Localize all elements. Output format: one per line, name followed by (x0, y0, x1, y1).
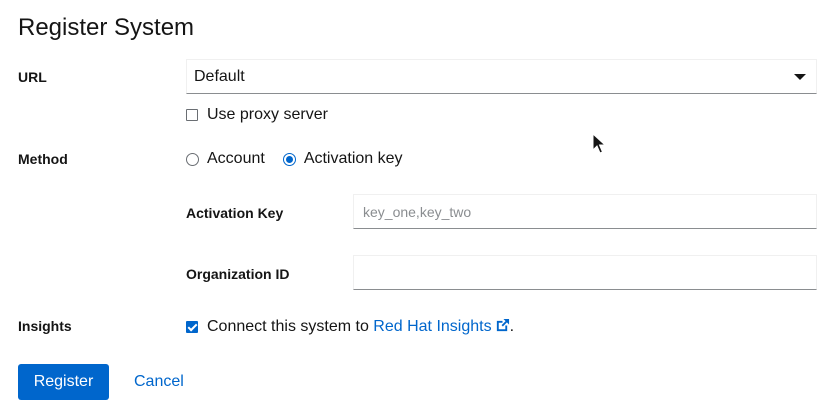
organization-id-label: Organization ID (186, 266, 290, 282)
insights-checkbox-row[interactable]: Connect this system to Red Hat Insights … (186, 318, 514, 336)
url-label: URL (18, 69, 47, 85)
insights-checkbox[interactable] (186, 321, 198, 333)
method-option-account[interactable]: Account (186, 150, 265, 168)
method-option-activation-key[interactable]: Activation key (282, 150, 403, 168)
insights-label: Insights (18, 318, 72, 334)
url-select-value: Default (194, 67, 245, 85)
proxy-label: Use proxy server (207, 106, 328, 123)
insights-link-text: Red Hat Insights (373, 318, 492, 335)
organization-id-input[interactable] (353, 255, 817, 290)
cancel-button[interactable]: Cancel (120, 364, 198, 400)
method-label: Method (18, 151, 68, 167)
activation-key-radio-label: Activation key (303, 150, 403, 167)
url-select[interactable]: Default (186, 59, 817, 94)
register-button[interactable]: Register (18, 364, 109, 400)
proxy-checkbox-row[interactable]: Use proxy server (186, 106, 328, 124)
caret-down-icon (794, 73, 806, 80)
insights-text-before: Connect this system to (207, 318, 374, 335)
account-radio[interactable] (186, 152, 199, 166)
external-link-icon (496, 318, 509, 332)
insights-link[interactable]: Red Hat Insights (373, 318, 509, 336)
proxy-checkbox[interactable] (186, 109, 198, 121)
method-radio-group: Account Activation key (186, 150, 403, 168)
activation-key-input[interactable] (353, 194, 817, 229)
activation-key-radio[interactable] (282, 152, 296, 166)
insights-text-after: . (509, 318, 515, 335)
account-radio-label: Account (207, 150, 265, 167)
mouse-pointer-icon (592, 133, 606, 154)
page-title: Register System (18, 14, 195, 41)
activation-key-label: Activation Key (186, 205, 284, 221)
